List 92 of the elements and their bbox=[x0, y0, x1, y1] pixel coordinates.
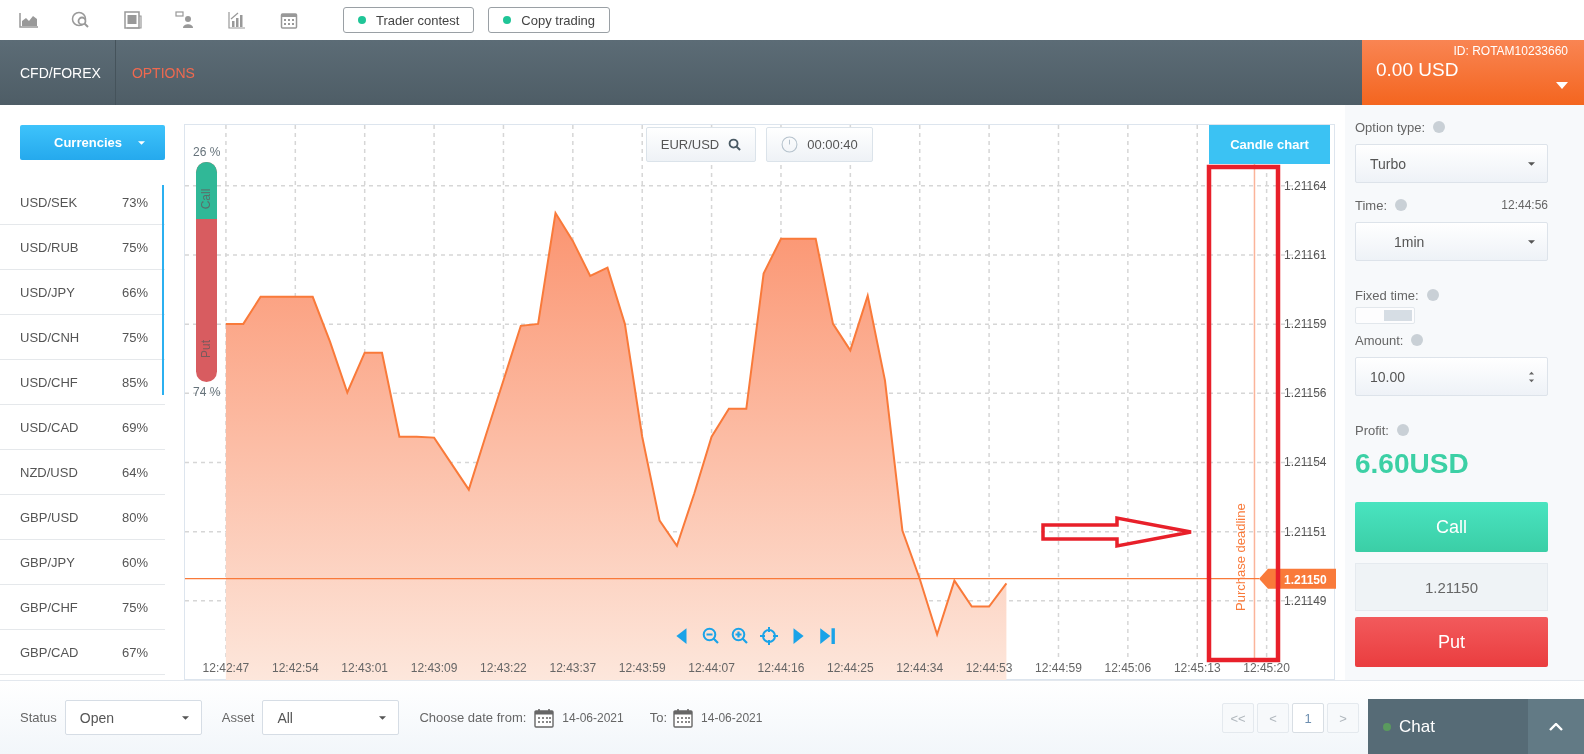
chevron-up-icon[interactable] bbox=[1549, 722, 1563, 731]
filter-select[interactable]: Open bbox=[64, 700, 202, 735]
calendar-icon[interactable] bbox=[279, 11, 299, 29]
currency-item[interactable]: NZD/USD 64% bbox=[0, 450, 165, 495]
filter-label: To: bbox=[649, 710, 668, 725]
help-icon[interactable] bbox=[1411, 334, 1424, 346]
x-axis-label: 12:44:59 bbox=[1035, 661, 1082, 675]
filter-label: Status bbox=[20, 710, 57, 725]
x-axis-label: 12:44:07 bbox=[688, 661, 735, 675]
chat-label: Chat bbox=[1399, 716, 1435, 737]
filter-select[interactable]: All bbox=[262, 700, 400, 735]
x-axis-label: 12:44:53 bbox=[965, 661, 1013, 675]
currency-item[interactable]: GBP/CAD 67% bbox=[0, 630, 165, 675]
time-select[interactable]: 1min bbox=[1355, 222, 1548, 261]
x-axis-label: 12:45:13 bbox=[1173, 661, 1221, 675]
profit-value: 6.60USD bbox=[1355, 448, 1470, 480]
field-label: Time: bbox=[1355, 197, 1388, 213]
area-chart-icon[interactable] bbox=[19, 11, 39, 29]
zoom-in-icon[interactable] bbox=[731, 627, 749, 645]
x-axis-label: 12:42:47 bbox=[202, 661, 250, 675]
put-button[interactable]: Put bbox=[1355, 617, 1548, 667]
account-id: ID: ROTAM10233660 bbox=[1453, 44, 1568, 58]
call-percent: 26 % bbox=[193, 145, 221, 159]
fixed-time-toggle[interactable] bbox=[1355, 307, 1415, 324]
newspaper-icon[interactable] bbox=[123, 11, 143, 29]
field-label: Amount: bbox=[1355, 332, 1404, 348]
amount-input[interactable]: 10.00 bbox=[1355, 357, 1548, 396]
globe-search-icon[interactable] bbox=[71, 11, 91, 29]
toolbar-button[interactable]: Copy trading bbox=[488, 7, 611, 33]
help-icon[interactable] bbox=[1395, 199, 1408, 211]
caret-icon[interactable] bbox=[379, 715, 387, 720]
page-button[interactable]: 1 bbox=[1292, 703, 1324, 733]
y-axis-label: 1.21151 bbox=[1284, 524, 1327, 539]
calendar-icon[interactable] bbox=[673, 707, 694, 728]
clock-time: 12:44:56 bbox=[1501, 198, 1548, 212]
y-axis-label: 1.21156 bbox=[1284, 386, 1327, 401]
skip-to-end-icon[interactable] bbox=[818, 627, 836, 645]
currency-item[interactable]: USD/CAD 69% bbox=[0, 405, 165, 450]
nav-tab[interactable]: CFD/FOREX bbox=[0, 64, 115, 81]
price-tag-label: 1.21150 bbox=[1284, 572, 1327, 587]
toolbar-button[interactable]: Trader contest bbox=[343, 7, 475, 33]
timer-display: 00:00:40 bbox=[766, 127, 873, 162]
help-icon[interactable] bbox=[1433, 121, 1446, 133]
x-axis-label: 12:43:01 bbox=[341, 661, 389, 675]
field-label: Profit: bbox=[1355, 422, 1389, 438]
y-axis-label: 1.21149 bbox=[1284, 593, 1327, 608]
filter-label: Asset bbox=[221, 710, 255, 725]
option-type-select[interactable]: Turbo bbox=[1355, 144, 1548, 183]
caret-icon[interactable] bbox=[181, 715, 189, 720]
clock-icon bbox=[781, 136, 799, 153]
help-icon[interactable] bbox=[1426, 289, 1439, 301]
chat-bar[interactable]: Chat bbox=[1368, 699, 1584, 754]
bar-chart-icon[interactable] bbox=[227, 11, 247, 29]
x-axis-label: 12:43:09 bbox=[410, 661, 458, 675]
currency-item[interactable]: GBP/JPY 60% bbox=[0, 540, 165, 585]
scrollbar[interactable] bbox=[162, 185, 164, 395]
x-axis-label: 12:42:54 bbox=[271, 661, 319, 675]
currency-item[interactable]: GBP/CHF 75% bbox=[0, 585, 165, 630]
y-axis-label: 1.21159 bbox=[1284, 317, 1327, 332]
put-label: Put bbox=[199, 339, 214, 360]
zoom-out-icon[interactable] bbox=[702, 627, 720, 645]
y-axis-label: 1.21164 bbox=[1284, 178, 1327, 193]
x-axis-label: 12:44:34 bbox=[896, 661, 944, 675]
help-icon[interactable] bbox=[1396, 424, 1409, 436]
x-axis-label: 12:45:20 bbox=[1243, 661, 1290, 675]
x-axis-label: 12:43:22 bbox=[480, 661, 527, 675]
caret-icon[interactable] bbox=[1528, 239, 1535, 244]
currency-item[interactable]: GBP/USD 80% bbox=[0, 495, 165, 540]
deadline-label: Purchase deadline bbox=[1233, 503, 1249, 611]
call-label: Call bbox=[199, 187, 214, 212]
x-axis-label: 12:43:59 bbox=[618, 661, 666, 675]
date-value[interactable]: 14-06-2021 bbox=[701, 710, 763, 725]
field-label: Option type: bbox=[1355, 119, 1426, 135]
calendar-icon[interactable] bbox=[534, 707, 555, 728]
spinner-icon[interactable] bbox=[1528, 370, 1535, 383]
put-percent: 74 % bbox=[193, 385, 221, 399]
strike-price: 1.21150 bbox=[1355, 563, 1548, 611]
y-axis-label: 1.21161 bbox=[1284, 248, 1327, 262]
x-axis-label: 12:45:06 bbox=[1104, 661, 1152, 675]
symbol-search-button[interactable]: EUR/USD bbox=[646, 127, 756, 162]
x-axis-label: 12:43:37 bbox=[549, 661, 597, 675]
field-label: Fixed time: bbox=[1355, 287, 1419, 303]
search-icon[interactable] bbox=[728, 138, 742, 151]
person-chat-icon[interactable] bbox=[175, 11, 195, 29]
date-value[interactable]: 14-06-2021 bbox=[562, 710, 624, 725]
y-axis-label: 1.21154 bbox=[1284, 455, 1327, 470]
crosshair-icon[interactable] bbox=[760, 627, 778, 645]
x-axis-label: 12:44:16 bbox=[757, 661, 805, 675]
x-axis-label: 12:44:25 bbox=[827, 661, 874, 675]
filter-label: Choose date from: bbox=[419, 710, 527, 725]
balance-amount: 0.00 USD bbox=[1376, 59, 1459, 81]
caret-icon[interactable] bbox=[1528, 161, 1535, 166]
